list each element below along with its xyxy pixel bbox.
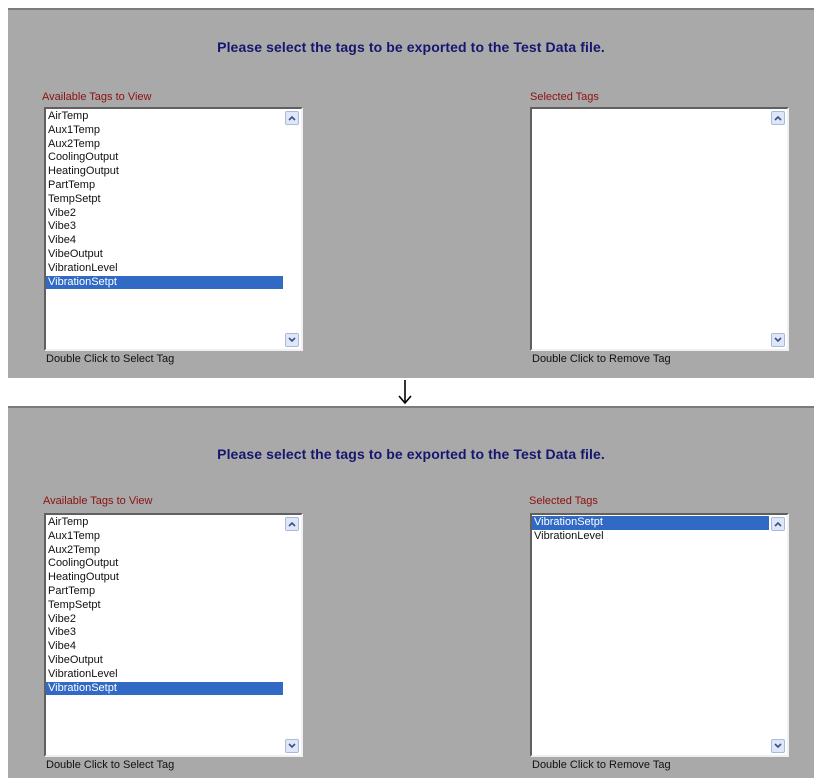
list-item[interactable]: PartTemp bbox=[46, 585, 283, 599]
arrow-down-icon bbox=[398, 380, 412, 405]
chevron-up-icon bbox=[288, 115, 296, 121]
available-tags-list: AirTemp Aux1Temp Aux2Temp CoolingOutput Heat… bbox=[46, 516, 283, 696]
panel-title: Please select the tags to be exported to… bbox=[217, 39, 605, 55]
list-item[interactable]: VibrationLevel bbox=[46, 262, 283, 276]
available-tags-hint: Double Click to Select Tag bbox=[46, 353, 175, 365]
list-item[interactable]: AirTemp bbox=[46, 516, 283, 530]
chevron-down-icon bbox=[288, 743, 296, 749]
scroll-up-button[interactable] bbox=[285, 517, 299, 531]
scroll-up-button[interactable] bbox=[285, 111, 299, 125]
list-item[interactable]: Aux1Temp bbox=[46, 530, 283, 544]
list-item[interactable]: HeatingOutput bbox=[46, 165, 283, 179]
available-tags-label: Available Tags to View bbox=[42, 91, 152, 103]
chevron-up-icon bbox=[288, 521, 296, 527]
scroll-down-button[interactable] bbox=[285, 739, 299, 753]
list-item[interactable]: Vibe2 bbox=[46, 207, 283, 221]
available-tags-label: Available Tags to View bbox=[43, 495, 153, 507]
selected-tags-label: Selected Tags bbox=[530, 91, 599, 103]
list-item[interactable]: VibeOutput bbox=[46, 248, 283, 262]
selected-scrollbar[interactable] bbox=[770, 109, 787, 349]
bottom-panel: Please select the tags to be exported to… bbox=[8, 406, 814, 778]
list-item[interactable]: VibrationLevel bbox=[46, 668, 283, 682]
chevron-down-icon bbox=[774, 337, 782, 343]
available-tags-listbox[interactable]: AirTemp Aux1Temp Aux2Temp CoolingOutput Heat… bbox=[44, 107, 303, 351]
list-item[interactable]: Vibe4 bbox=[46, 640, 283, 654]
list-item[interactable]: Aux2Temp bbox=[46, 544, 283, 558]
list-item[interactable]: VibrationSetpt bbox=[46, 681, 283, 696]
chevron-down-icon bbox=[774, 743, 782, 749]
chevron-up-icon bbox=[774, 115, 782, 121]
scroll-up-button[interactable] bbox=[771, 111, 785, 125]
scroll-down-button[interactable] bbox=[771, 739, 785, 753]
list-item[interactable]: AirTemp bbox=[46, 110, 283, 124]
scroll-down-button[interactable] bbox=[771, 333, 785, 347]
list-item[interactable]: TempSetpt bbox=[46, 193, 283, 207]
list-item[interactable]: VibrationLevel bbox=[532, 530, 769, 544]
list-item[interactable]: VibeOutput bbox=[46, 654, 283, 668]
list-item[interactable]: HeatingOutput bbox=[46, 571, 283, 585]
available-scrollbar[interactable] bbox=[284, 109, 301, 349]
list-item[interactable]: Aux2Temp bbox=[46, 138, 283, 152]
selected-tags-label: Selected Tags bbox=[529, 495, 598, 507]
list-item[interactable]: PartTemp bbox=[46, 179, 283, 193]
list-item[interactable]: VibrationSetpt bbox=[532, 516, 769, 530]
chevron-down-icon bbox=[288, 337, 296, 343]
selected-tags-listbox[interactable] bbox=[530, 107, 789, 351]
list-item[interactable]: Vibe4 bbox=[46, 234, 283, 248]
available-scrollbar[interactable] bbox=[284, 515, 301, 755]
selected-tags-hint: Double Click to Remove Tag bbox=[532, 759, 671, 771]
list-item[interactable]: Vibe3 bbox=[46, 626, 283, 640]
list-item[interactable]: Vibe2 bbox=[46, 613, 283, 627]
available-tags-listbox[interactable]: AirTemp Aux1Temp Aux2Temp CoolingOutput Heat… bbox=[44, 513, 303, 757]
list-item[interactable]: CoolingOutput bbox=[46, 151, 283, 165]
list-item[interactable]: Vibe3 bbox=[46, 220, 283, 234]
top-panel: Please select the tags to be exported to… bbox=[8, 8, 814, 378]
list-item[interactable]: Aux1Temp bbox=[46, 124, 283, 138]
selected-tags-list: VibrationSetpt VibrationLevel bbox=[532, 516, 769, 544]
selected-tags-listbox[interactable]: VibrationSetpt VibrationLevel bbox=[530, 513, 789, 757]
panel-title: Please select the tags to be exported to… bbox=[217, 446, 605, 462]
scroll-down-button[interactable] bbox=[285, 333, 299, 347]
list-item[interactable]: CoolingOutput bbox=[46, 557, 283, 571]
scroll-up-button[interactable] bbox=[771, 517, 785, 531]
selected-scrollbar[interactable] bbox=[770, 515, 787, 755]
available-tags-hint: Double Click to Select Tag bbox=[46, 759, 175, 771]
available-tags-list: AirTemp Aux1Temp Aux2Temp CoolingOutput Heat… bbox=[46, 110, 283, 290]
list-item[interactable]: TempSetpt bbox=[46, 599, 283, 613]
list-item[interactable]: VibrationSetpt bbox=[46, 275, 283, 290]
chevron-up-icon bbox=[774, 521, 782, 527]
selected-tags-hint: Double Click to Remove Tag bbox=[532, 353, 671, 365]
